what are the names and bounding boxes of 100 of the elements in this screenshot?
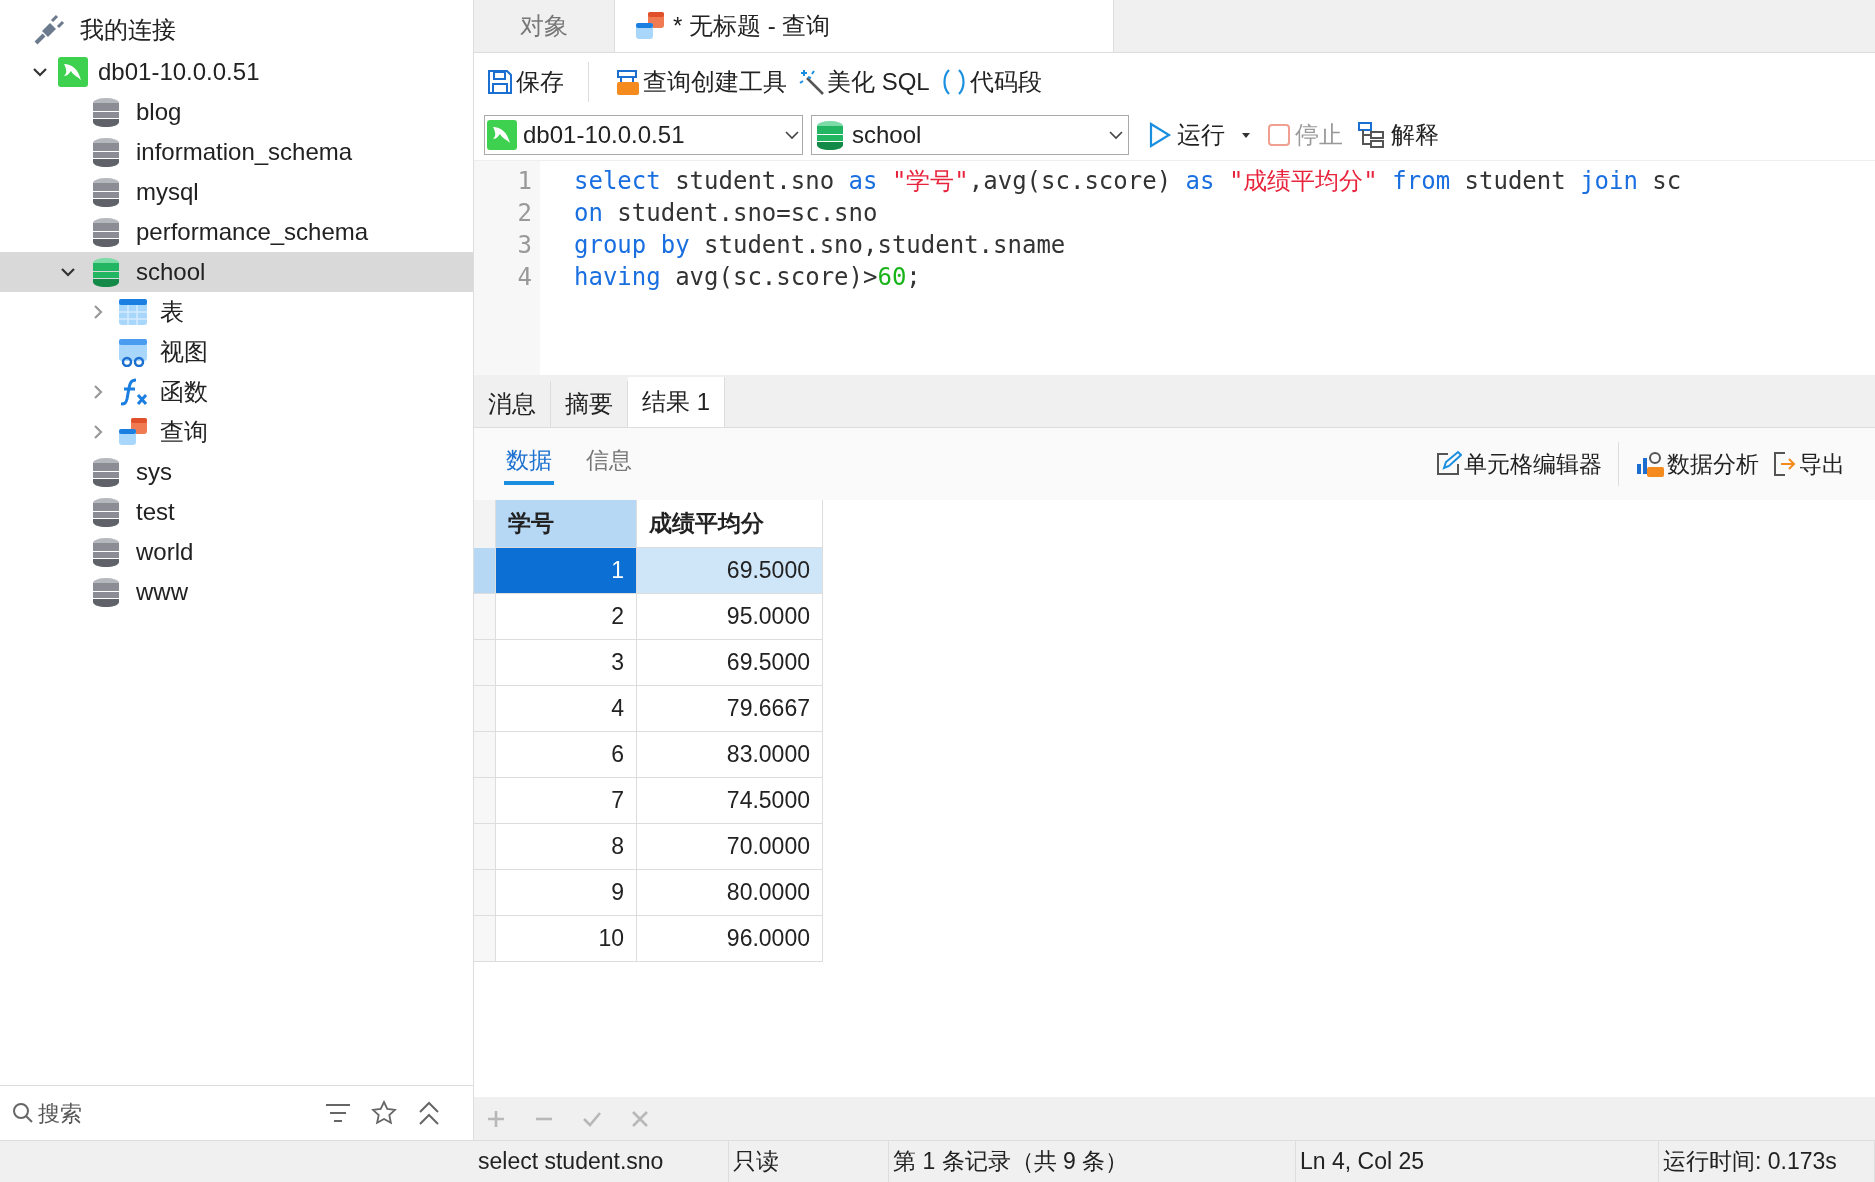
run-control-button[interactable]: 运行 <box>1147 117 1253 153</box>
search-icon <box>12 1102 34 1124</box>
dolphin-icon <box>487 120 517 150</box>
row-marker[interactable] <box>474 640 496 686</box>
table-cell: 95.0000 <box>637 594 823 640</box>
database-item[interactable]: world <box>0 532 473 572</box>
database-item[interactable]: mysql <box>0 172 473 212</box>
star-icon[interactable] <box>371 1100 397 1126</box>
result-tool-button[interactable]: 单元格编辑器 <box>1434 446 1602 482</box>
result-tool-button[interactable]: 导出 <box>1771 446 1845 482</box>
status-bar-item: Ln 4, Col 25 <box>1296 1141 1659 1182</box>
table-icon <box>118 297 148 327</box>
table-cell: 74.5000 <box>637 778 823 824</box>
toolbar-button[interactable]: 代码段 <box>937 59 1044 104</box>
database-item[interactable]: information_schema <box>0 132 473 172</box>
plug-icon <box>32 13 66 47</box>
sql-editor[interactable]: 1 2 3 4 select student.sno as "学号",avg(sc.score) as "成绩平均分" from student join sc on student.sno=sc.sno group by student.sno,student.sname having avg(sc.score)>60; <box>474 160 1875 375</box>
status-bar-item: 只读 <box>729 1141 889 1182</box>
toolbar-button[interactable]: 查询创建工具 <box>611 59 789 104</box>
row-marker[interactable] <box>474 778 496 824</box>
row-marker[interactable] <box>474 870 496 916</box>
table-cell: 70.0000 <box>637 824 823 870</box>
database-icon <box>92 257 120 287</box>
database-icon <box>92 177 120 207</box>
database-item[interactable]: school <box>0 252 473 292</box>
chart-icon <box>1635 450 1665 478</box>
table-cell: 69.5000 <box>637 640 823 686</box>
table-cell: 7 <box>496 778 637 824</box>
collapse-icon[interactable] <box>417 1100 441 1126</box>
database-icon <box>92 457 120 487</box>
tree-item[interactable]: 表 <box>160 294 184 330</box>
database-icon <box>92 97 120 127</box>
view-icon <box>118 337 148 367</box>
row-marker[interactable] <box>474 824 496 870</box>
row-marker[interactable] <box>474 686 496 732</box>
column-header[interactable]: 成绩平均分 <box>637 500 823 548</box>
tree-item[interactable]: 查询 <box>160 414 208 450</box>
table-cell: 79.6667 <box>637 686 823 732</box>
line-number: 4 <box>516 262 533 293</box>
table-cell: 6 <box>496 732 637 778</box>
corner-header[interactable] <box>474 500 496 548</box>
table-cell: 9 <box>496 870 637 916</box>
function-icon <box>118 377 148 407</box>
view-tab[interactable]: 信息 <box>584 442 634 486</box>
pencil-icon <box>1434 450 1462 478</box>
connection-name[interactable]: db01-10.0.0.51 <box>98 54 260 90</box>
table-cell: 1 <box>496 548 637 594</box>
row-marker[interactable] <box>474 916 496 962</box>
run-control-button[interactable]: 解释 <box>1357 117 1439 153</box>
database-item[interactable]: blog <box>0 92 473 132</box>
database-icon <box>92 537 120 567</box>
table-cell: 8 <box>496 824 637 870</box>
view-tab[interactable]: 数据 <box>504 442 554 486</box>
tab[interactable]: 对象 <box>474 0 614 52</box>
row-marker[interactable] <box>474 594 496 640</box>
tree-item[interactable]: 函数 <box>160 374 208 410</box>
query-icon <box>635 10 665 41</box>
save-icon <box>486 67 514 96</box>
connections-title: 我的连接 <box>80 15 176 45</box>
table-cell: 96.0000 <box>637 916 823 962</box>
table-cell: 10 <box>496 916 637 962</box>
result-tab[interactable]: 结果 1 <box>628 377 725 427</box>
dolphin-icon <box>58 57 88 87</box>
code-line: select student.sno as "学号",avg(sc.score) as "成绩平均分" from student join sc <box>574 166 1682 197</box>
row-marker[interactable] <box>474 548 496 594</box>
result-tool-button[interactable]: 数据分析 <box>1635 446 1759 482</box>
column-header[interactable]: 学号 <box>496 500 637 548</box>
table-cell: 83.0000 <box>637 732 823 778</box>
toolbar-button[interactable]: 美化 SQL <box>795 59 932 104</box>
export-icon <box>1771 450 1797 478</box>
table-cell: 4 <box>496 686 637 732</box>
database-item[interactable]: test <box>0 492 473 532</box>
row-marker[interactable] <box>474 732 496 778</box>
filter-icon[interactable] <box>325 1102 351 1124</box>
database-icon <box>92 137 120 167</box>
code-line: having avg(sc.score)>60; <box>574 262 922 293</box>
search-field[interactable]: 搜索 <box>38 1096 218 1130</box>
result-tab[interactable]: 消息 <box>474 381 551 427</box>
toolbar-button[interactable]: 保存 <box>484 59 566 104</box>
connection-select[interactable]: db01-10.0.0.51 <box>484 115 803 155</box>
database-item[interactable]: performance_schema <box>0 212 473 252</box>
stop-icon <box>1267 123 1291 147</box>
code-line: group by student.sno,student.sname <box>574 230 1067 261</box>
code-line: on student.sno=sc.sno <box>574 198 879 229</box>
table-cell: 69.5000 <box>637 548 823 594</box>
database-icon <box>92 577 120 607</box>
magic-wand-icon <box>797 67 825 96</box>
query-icon <box>118 417 148 447</box>
play-icon <box>1147 121 1173 149</box>
caret-icon <box>1239 130 1253 140</box>
diagram-icon <box>1357 121 1387 149</box>
status-bar-item: 第 1 条记录（共 9 条） <box>889 1141 1296 1182</box>
database-select[interactable]: school <box>811 115 1129 155</box>
tab[interactable]: * 无标题 - 查询 <box>614 0 1114 52</box>
database-item[interactable]: sys <box>0 452 473 492</box>
table-cell: 3 <box>496 640 637 686</box>
status-bar-item: select student.sno <box>474 1141 729 1182</box>
dropdown-icon <box>1108 129 1124 141</box>
database-item[interactable]: www <box>0 572 473 612</box>
tree-item[interactable]: 视图 <box>160 334 208 370</box>
